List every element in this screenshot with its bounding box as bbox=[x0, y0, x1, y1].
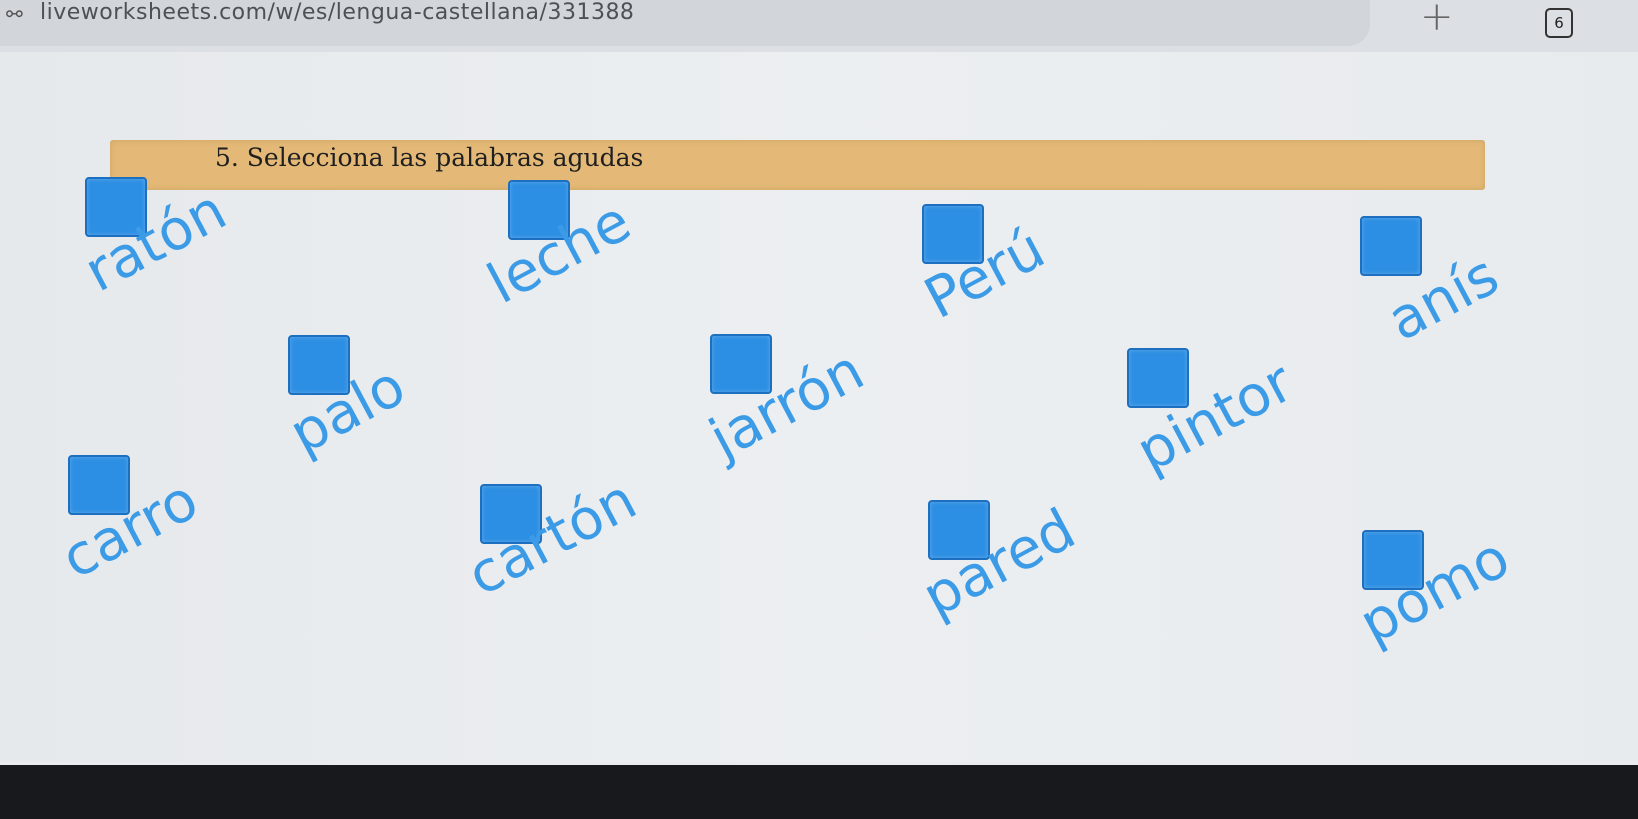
new-tab-button[interactable]: + bbox=[1420, 0, 1454, 40]
screen-bezel bbox=[0, 765, 1638, 819]
checkbox-anis[interactable] bbox=[1360, 216, 1422, 276]
browser-top-bar: ⚯ liveworksheets.com/w/es/lengua-castell… bbox=[0, 0, 1638, 52]
site-settings-icon[interactable]: ⚯ bbox=[6, 2, 23, 26]
address-bar[interactable]: ⚯ liveworksheets.com/w/es/lengua-castell… bbox=[0, 0, 1370, 46]
instruction-banner: 5. Selecciona las palabras agudas bbox=[110, 140, 1485, 190]
url-text[interactable]: liveworksheets.com/w/es/lengua-castellan… bbox=[40, 0, 634, 25]
instruction-text: 5. Selecciona las palabras agudas bbox=[215, 143, 644, 172]
tab-count-button[interactable]: 6 bbox=[1545, 8, 1573, 38]
worksheet: 5. Selecciona las palabras agudas ratón … bbox=[0, 52, 1638, 762]
